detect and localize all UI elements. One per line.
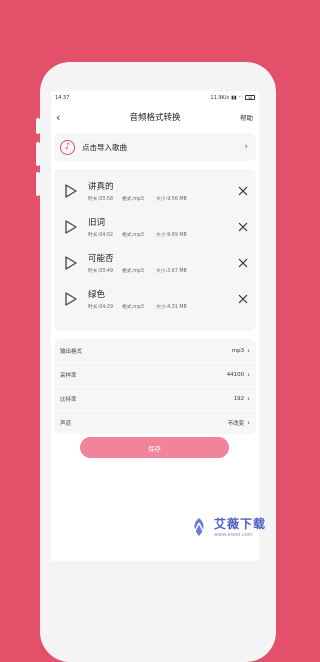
save-button[interactable]: 保存	[80, 437, 229, 458]
setting-output-format[interactable]: 输出格式 mp3 ›	[54, 339, 256, 362]
play-icon[interactable]	[64, 183, 78, 199]
phone-side-button	[36, 118, 40, 134]
setting-label: 比特率	[60, 396, 77, 403]
import-songs-row[interactable]: ♪ 点击导入歌曲 ›	[54, 133, 256, 161]
watermark-name: 艾薇下载	[214, 517, 267, 531]
setting-label: 采样率	[60, 372, 77, 379]
song-title: 讲真的	[88, 182, 114, 192]
song-item: 旧词 时长:04:02 格式:mp3 大小:9.69 MB	[54, 209, 256, 245]
play-icon[interactable]	[64, 219, 78, 235]
status-time: 14:37	[55, 94, 70, 101]
chevron-right-icon: ›	[247, 370, 250, 379]
song-size: 大小:4.31 MB	[156, 305, 187, 310]
play-icon[interactable]	[64, 291, 78, 307]
back-arrow-icon[interactable]: ‹	[56, 112, 60, 123]
watermark-url: www.aiwei.com	[214, 532, 253, 538]
setting-sample-rate[interactable]: 采样率 44100 ›	[54, 363, 256, 386]
status-bar: 14:37 11.9K/s ▮▮ ◠ 48	[51, 91, 259, 104]
song-duration: 时长:03:58	[88, 197, 114, 202]
song-format: 格式:mp3	[122, 233, 144, 238]
import-songs-label: 点击导入歌曲	[82, 142, 127, 152]
song-item: 讲真的 时长:03:58 格式:mp3 大小:9.56 MB	[54, 173, 256, 209]
watermark: 艾薇下载 www.aiwei.com	[188, 515, 266, 538]
page-title: 音频格式转换	[129, 113, 181, 123]
close-icon[interactable]	[238, 222, 248, 232]
setting-value: mp3	[231, 347, 245, 354]
song-format: 格式:mp3	[122, 197, 144, 202]
chevron-right-icon: ›	[247, 418, 250, 427]
song-duration: 时长:04:29	[88, 305, 114, 310]
network-speed: 11.9K/s	[210, 94, 230, 101]
close-icon[interactable]	[238, 186, 248, 196]
phone-side-button	[36, 142, 40, 166]
song-size: 大小:3.67 MB	[156, 269, 187, 274]
chevron-right-icon: ›	[244, 142, 248, 152]
nav-bar: ‹ 音频格式转换 帮助	[51, 104, 259, 130]
song-size: 大小:9.69 MB	[156, 233, 187, 238]
song-title: 绿色	[88, 290, 106, 300]
close-icon[interactable]	[238, 294, 248, 304]
close-icon[interactable]	[238, 258, 248, 268]
settings-list: 输出格式 mp3 › 采样率 44100 › 比特率 192 › 声道 不改变 ›	[54, 339, 256, 434]
help-button[interactable]: 帮助	[240, 112, 253, 122]
watermark-logo-icon	[194, 517, 204, 536]
setting-bitrate[interactable]: 比特率 192 ›	[54, 387, 256, 410]
song-list: 讲真的 时长:03:58 格式:mp3 大小:9.56 MB 旧词 时长:04:…	[54, 169, 256, 331]
battery-icon: 48	[245, 95, 255, 100]
wifi-icon: ◠	[238, 94, 243, 101]
song-size: 大小:9.56 MB	[156, 197, 187, 202]
song-item: 绿色 时长:04:29 格式:mp3 大小:4.31 MB	[54, 281, 256, 317]
app-screen: 14:37 11.9K/s ▮▮ ◠ 48 ‹ 音频格式转换 帮助 ♪ 点击导入…	[51, 91, 259, 561]
song-title: 可能否	[88, 254, 114, 264]
setting-channel[interactable]: 声道 不改变 ›	[54, 411, 256, 434]
signal-icon: ▮▮	[231, 94, 237, 101]
song-item: 可能否 时长:03:49 格式:mp3 大小:3.67 MB	[54, 245, 256, 281]
chevron-right-icon: ›	[247, 346, 250, 355]
setting-value: 192	[233, 395, 245, 402]
setting-label: 声道	[60, 420, 72, 427]
song-format: 格式:mp3	[122, 305, 144, 310]
song-duration: 时长:03:49	[88, 269, 114, 274]
setting-label: 输出格式	[60, 348, 83, 355]
song-format: 格式:mp3	[122, 269, 144, 274]
song-title: 旧词	[88, 218, 106, 228]
phone-side-button	[36, 172, 40, 196]
play-icon[interactable]	[64, 255, 78, 271]
song-duration: 时长:04:02	[88, 233, 114, 238]
setting-value: 44100	[226, 371, 245, 378]
setting-value: 不改变	[227, 420, 245, 427]
chevron-right-icon: ›	[247, 394, 250, 403]
music-note-icon: ♪	[60, 139, 75, 155]
